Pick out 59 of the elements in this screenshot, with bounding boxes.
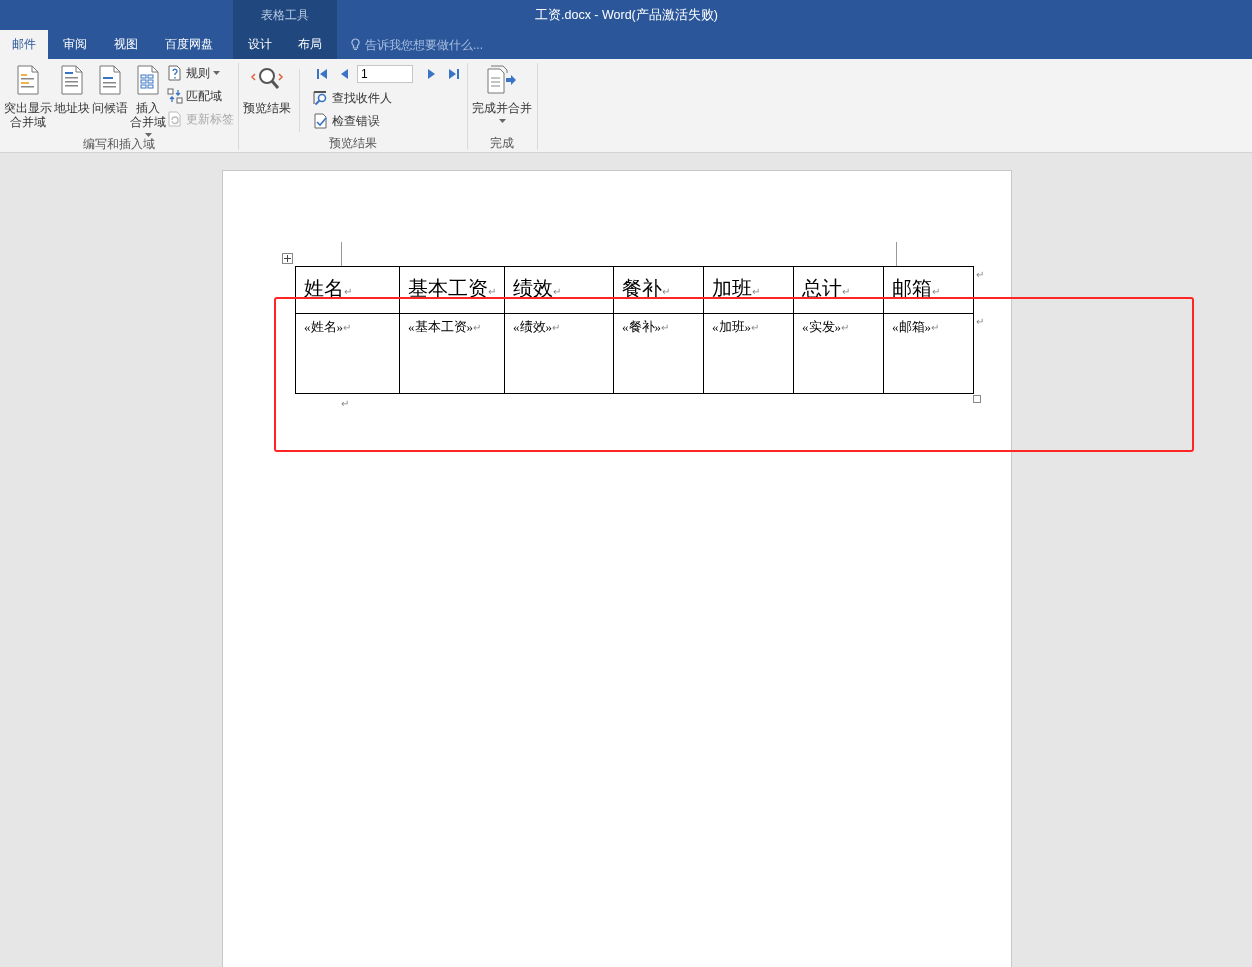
table-resize-handle[interactable] bbox=[973, 395, 981, 403]
group-label: 完成 bbox=[489, 136, 515, 150]
table-cell: «邮箱»↵ bbox=[883, 313, 974, 394]
ribbon-button[interactable]: 问候语 bbox=[91, 63, 129, 137]
row-end-mark: ↵ bbox=[976, 268, 984, 280]
ribbon-button[interactable]: 查找收件人 bbox=[313, 88, 463, 108]
ribbon-tab[interactable]: 百度网盘 bbox=[153, 30, 225, 59]
ribbon-tab[interactable]: 审阅 bbox=[51, 30, 99, 59]
table-move-handle-icon[interactable] bbox=[282, 253, 293, 264]
next-icon bbox=[428, 68, 436, 80]
tell-me-field[interactable]: 告诉我您想要做什么... bbox=[365, 37, 565, 52]
table-cell: «姓名»↵ bbox=[295, 313, 400, 394]
previous-icon bbox=[340, 68, 348, 80]
ribbon-button[interactable]: 预览结果 bbox=[242, 63, 292, 136]
table-cell: 邮箱↵ bbox=[883, 266, 974, 314]
ribbon-button[interactable]: 突出显示 合并域 bbox=[3, 63, 53, 137]
ribbon-tab[interactable]: 视图 bbox=[102, 30, 150, 59]
table-cell: 姓名↵ bbox=[295, 266, 400, 314]
record-number-field[interactable]: 1 bbox=[357, 65, 413, 83]
document-icon bbox=[15, 65, 41, 95]
ribbon-button[interactable]: 规则 bbox=[167, 63, 234, 83]
match-fields-icon bbox=[167, 88, 183, 104]
window-title: 工资.docx - Word(产品激活失败) bbox=[535, 6, 718, 24]
check-document-icon bbox=[313, 113, 329, 129]
ribbon-button[interactable]: 检查错误 bbox=[313, 111, 463, 131]
ribbon-button[interactable]: 插入 合并域 bbox=[129, 63, 167, 137]
lightbulb-icon bbox=[351, 38, 360, 51]
caret-icon bbox=[498, 119, 506, 123]
table-cell: «实发»↵ bbox=[793, 313, 884, 394]
find-recipient-icon bbox=[313, 90, 329, 106]
table-cell: «绩效»↵ bbox=[504, 313, 614, 394]
group-label: 预览结果 bbox=[327, 136, 378, 150]
last-icon bbox=[448, 68, 460, 80]
refresh-document-icon bbox=[167, 111, 183, 127]
table-cell: «基本工资»↵ bbox=[399, 313, 505, 394]
table-cell: 基本工资↵ bbox=[399, 266, 505, 314]
context-group-label: 表格工具 bbox=[261, 6, 309, 24]
ribbon-tab[interactable]: 布局 bbox=[286, 30, 334, 59]
ribbon-tab[interactable]: 设计 bbox=[236, 30, 284, 59]
ribbon-button[interactable]: 完成并合并 bbox=[471, 63, 533, 136]
table-cell: 加班↵ bbox=[703, 266, 794, 314]
document-arrow-icon bbox=[486, 65, 518, 95]
caret-icon bbox=[213, 71, 220, 75]
ribbon-button[interactable]: 匹配域 bbox=[167, 86, 234, 106]
document-icon bbox=[59, 65, 85, 95]
table-cell: «加班»↵ bbox=[703, 313, 794, 394]
paragraph-mark: ↵ bbox=[341, 398, 349, 409]
table-cell: «餐补»↵ bbox=[613, 313, 704, 394]
document-icon bbox=[97, 65, 123, 95]
group-label: 编写和插入域 bbox=[81, 137, 156, 151]
question-document-icon bbox=[167, 65, 183, 81]
table-cell: 餐补↵ bbox=[613, 266, 704, 314]
ribbon-tab[interactable]: 邮件 bbox=[0, 30, 48, 59]
first-icon bbox=[316, 68, 328, 80]
caret-icon bbox=[144, 133, 152, 137]
row-end-mark: ↵ bbox=[976, 315, 984, 327]
table-cell: 绩效↵ bbox=[504, 266, 614, 314]
ribbon-button[interactable]: 地址块 bbox=[53, 63, 91, 137]
document-icon bbox=[135, 65, 161, 95]
